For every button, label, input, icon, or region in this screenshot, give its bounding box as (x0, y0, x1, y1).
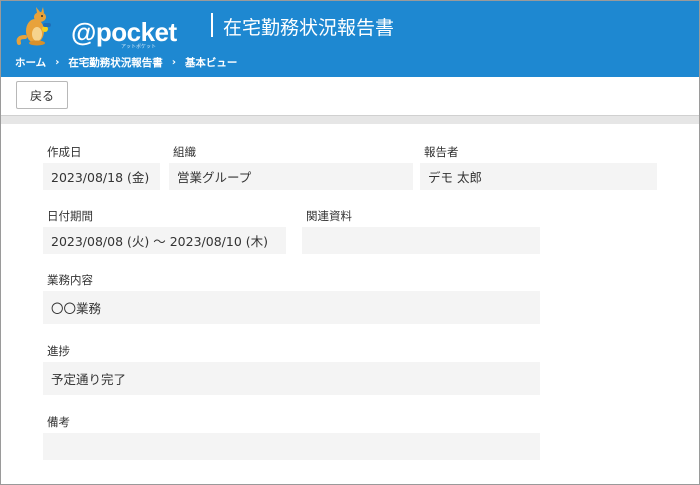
app-header: @pocket アットポケット 在宅勤務状況報告書 ホーム › 在宅勤務状況報告… (1, 1, 699, 77)
created-date-label: 作成日 (47, 145, 82, 159)
created-date-field: 2023/08/18 (金) (43, 163, 160, 190)
date-period-label: 日付期間 (47, 209, 93, 223)
title-divider (211, 13, 213, 37)
breadcrumb-app[interactable]: 在宅勤務状況報告書 (68, 55, 163, 70)
app-logo[interactable]: @pocket アットポケット (15, 7, 177, 50)
remarks-field (43, 433, 540, 460)
related-docs-label: 関連資料 (306, 209, 352, 223)
organization-field: 営業グループ (169, 163, 413, 190)
record-view: 作成日 2023/08/18 (金) 組織 営業グループ 報告者 デモ 太郎 日… (8, 124, 698, 484)
date-period-field: 2023/08/08 (火) ～ 2023/08/10 (木) (43, 227, 286, 254)
logo-subtext: アットポケット (121, 44, 157, 50)
remarks-label: 備考 (47, 415, 70, 429)
breadcrumb-current: 基本ビュー (184, 57, 238, 69)
work-content-label: 業務内容 (47, 273, 93, 287)
progress-field: 予定通り完了 (43, 362, 540, 395)
toolbar: 戻る (1, 77, 699, 116)
progress-label: 進捗 (47, 344, 70, 358)
breadcrumb-home[interactable]: ホーム (15, 55, 46, 70)
organization-label: 組織 (173, 145, 196, 159)
breadcrumb: ホーム › 在宅勤務状況報告書 › 基本ビュー (15, 55, 237, 70)
reporter-label: 報告者 (424, 145, 459, 159)
related-docs-field (302, 227, 540, 254)
kangaroo-icon (16, 7, 51, 46)
reporter-field: デモ 太郎 (420, 163, 657, 190)
page-title: 在宅勤務状況報告書 (223, 17, 395, 39)
content-gutter (1, 116, 699, 124)
work-content-field: 〇〇業務 (43, 291, 540, 324)
breadcrumb-separator: › (171, 57, 176, 68)
breadcrumb-separator: › (55, 57, 60, 68)
back-button[interactable]: 戻る (16, 81, 68, 109)
